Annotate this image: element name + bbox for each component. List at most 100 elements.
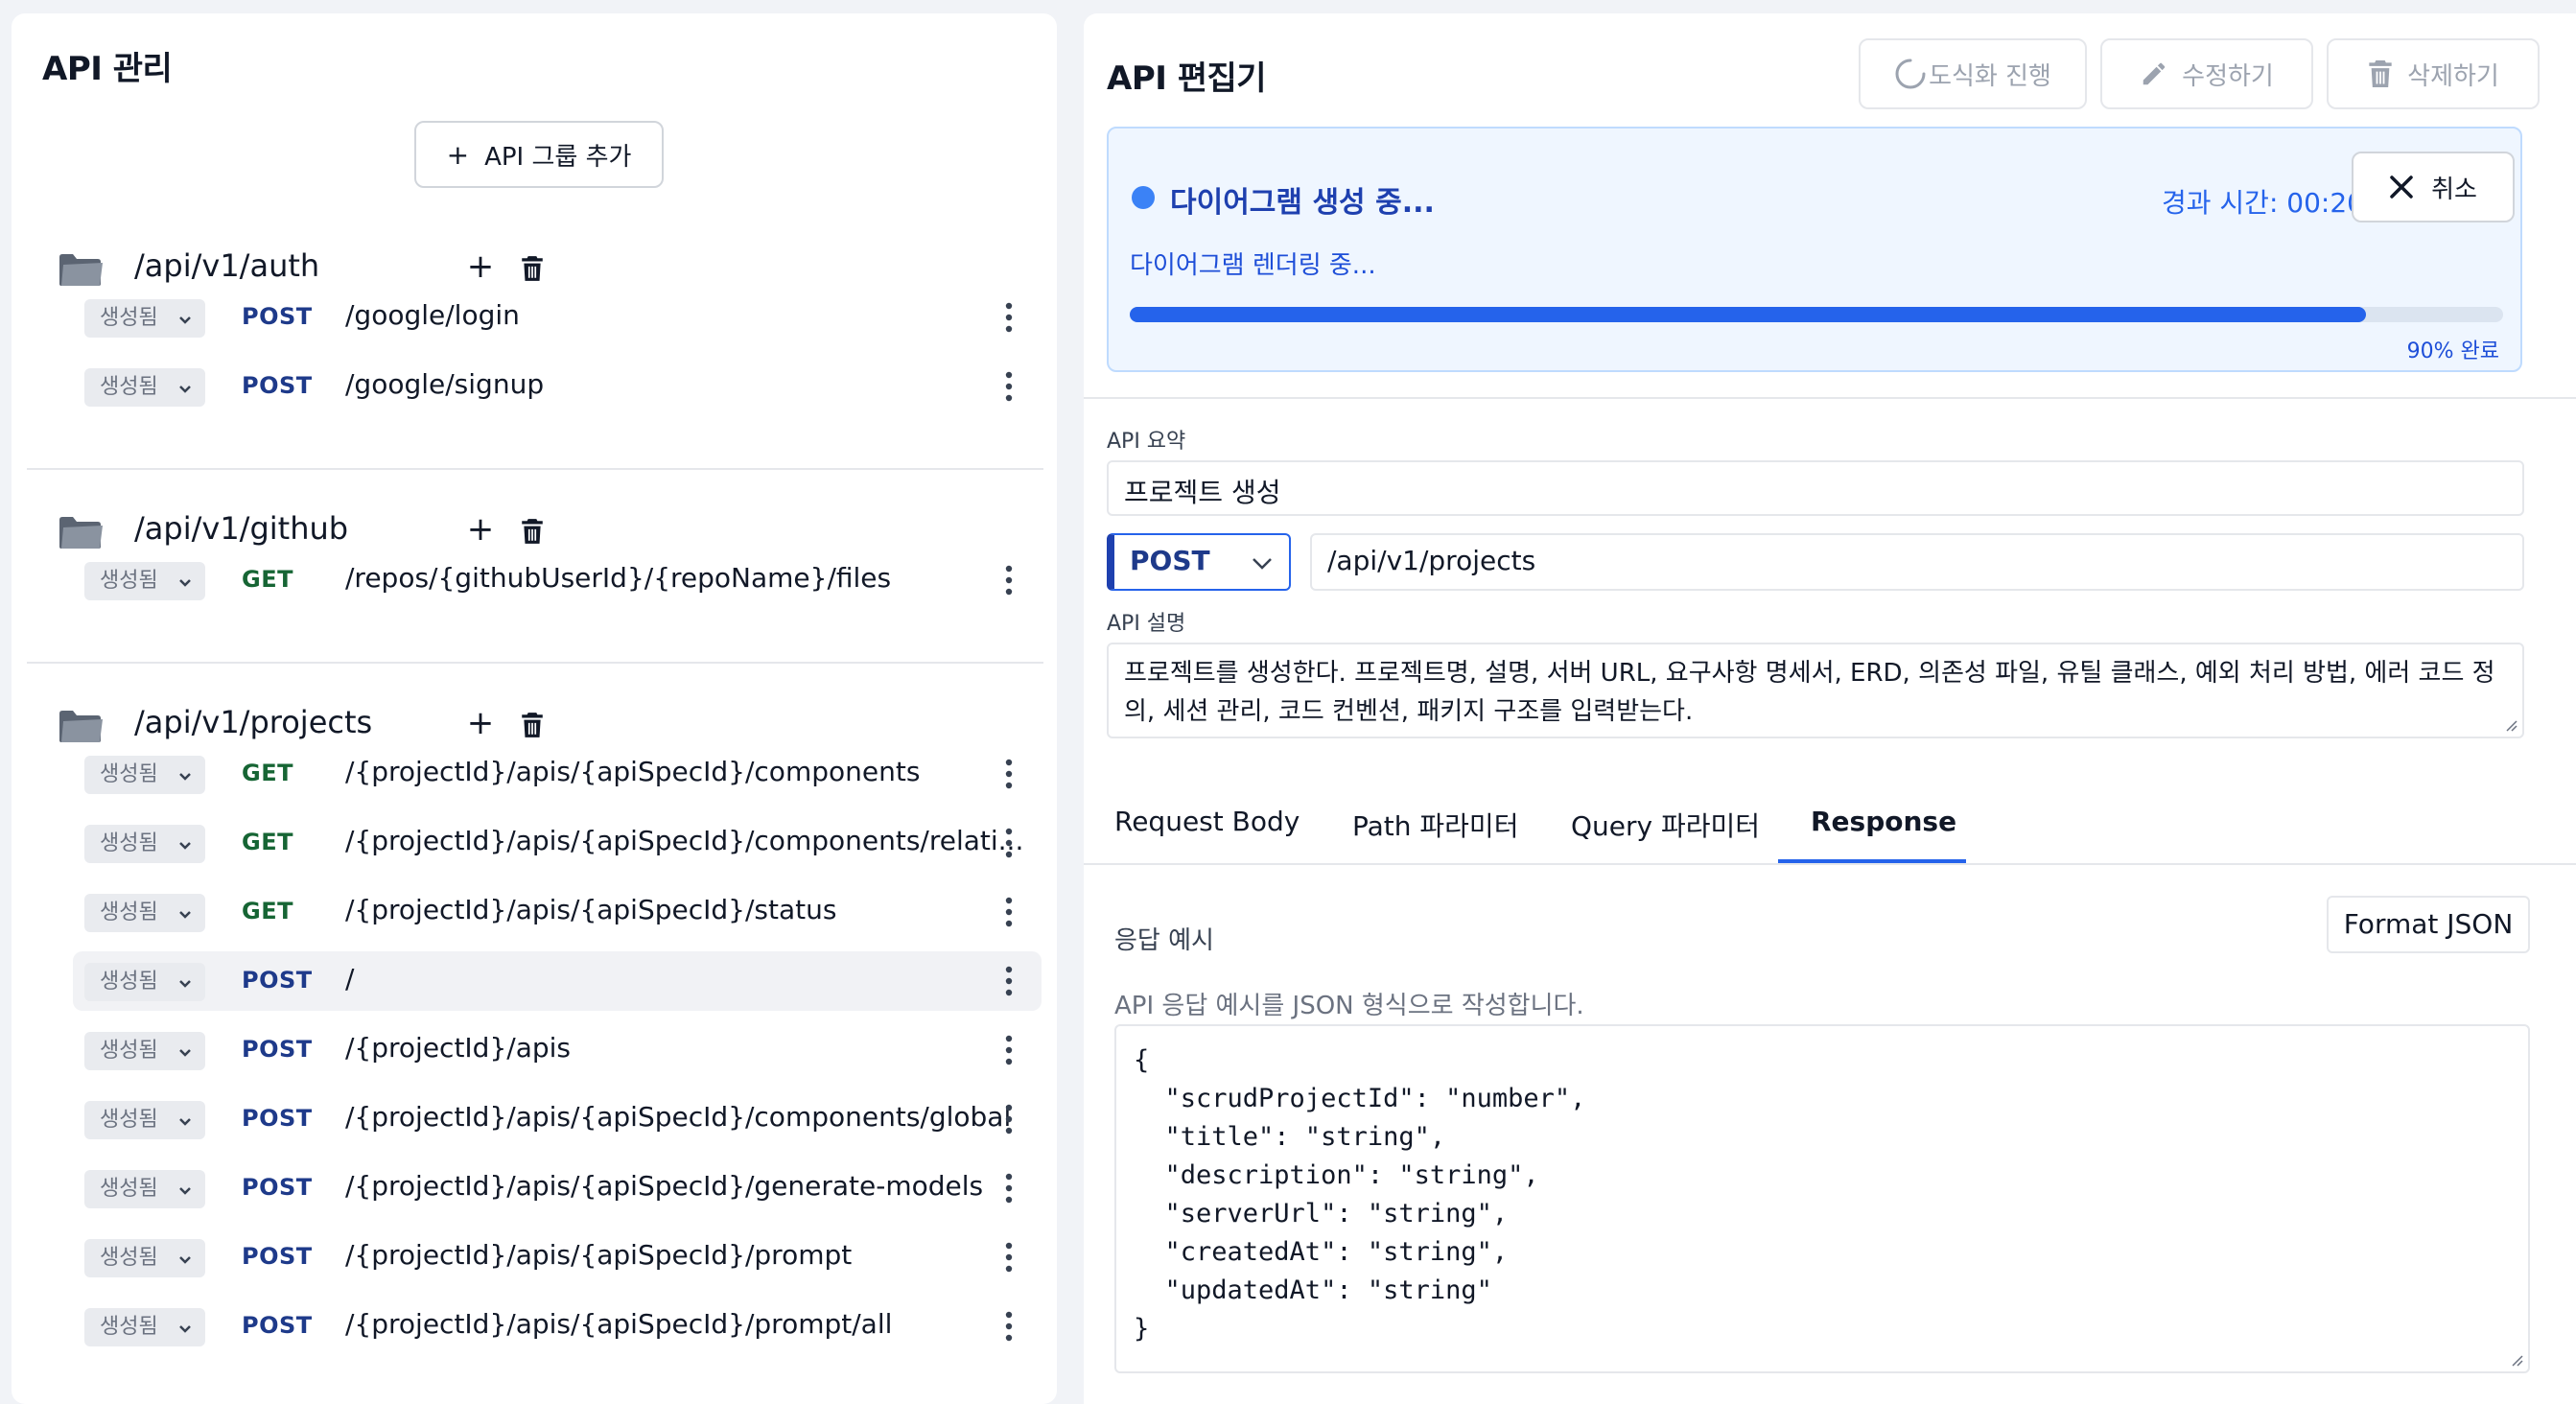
add-api-icon[interactable]: + bbox=[466, 704, 495, 742]
api-list-item[interactable]: 생성됨 POST/google/signup bbox=[73, 357, 1042, 416]
http-method: GET bbox=[242, 760, 293, 786]
http-method: POST bbox=[242, 303, 313, 330]
description-textarea[interactable]: 프로젝트를 생성한다. 프로젝트명, 설명, 서버 URL, 요구사항 명세서,… bbox=[1107, 643, 2524, 738]
status-select[interactable]: 생성됨 bbox=[84, 1308, 205, 1346]
summary-input[interactable]: 프로젝트 생성 bbox=[1107, 460, 2524, 516]
loading-spinner-icon bbox=[1895, 58, 1926, 89]
api-editor-panel: API 편집기 도식화 진행 수정하기 삭제하기 다이어그램 생성 중... 경… bbox=[1084, 13, 2576, 1404]
resize-handle-icon[interactable] bbox=[2503, 717, 2518, 733]
response-code-editor[interactable]: { "scrudProjectId": "number", "title": "… bbox=[1114, 1024, 2530, 1373]
api-list-item[interactable]: 생성됨 GET/repos/{githubUserId}/{repoName}/f… bbox=[73, 550, 1042, 610]
api-list-item[interactable]: 생성됨 POST/google/login bbox=[73, 288, 1042, 347]
api-list-item[interactable]: 생성됨 GET /{projectId}/apis/{apiSpecId}/comp… bbox=[73, 744, 1042, 804]
more-options-icon[interactable] bbox=[1005, 1103, 1013, 1135]
tabs-divider bbox=[1084, 863, 2576, 865]
more-options-icon[interactable] bbox=[1005, 965, 1013, 997]
more-options-icon[interactable] bbox=[1005, 564, 1013, 597]
add-api-icon[interactable]: + bbox=[466, 247, 495, 286]
api-path: /{projectId}/apis bbox=[345, 1032, 572, 1064]
status-label: 생성됨 bbox=[100, 1039, 158, 1063]
folder-icon bbox=[59, 711, 103, 742]
api-list-item[interactable]: 생성됨 POST /{projectId}/apis/{apiSpecId}/pro… bbox=[73, 1297, 1042, 1356]
api-group-path: /api/v1/github bbox=[134, 510, 349, 547]
http-method: POST bbox=[242, 1174, 313, 1201]
trash-icon[interactable] bbox=[520, 255, 545, 282]
format-json-button[interactable]: Format JSON bbox=[2327, 896, 2530, 953]
status-label: 생성됨 bbox=[100, 569, 158, 593]
api-list-item[interactable]: 생성됨 POST /{projectId}/apis/{apiSpecId}/pro… bbox=[73, 1228, 1042, 1287]
code-line: "scrudProjectId": "number", bbox=[1134, 1084, 1586, 1113]
status-select[interactable]: 생성됨 bbox=[84, 894, 205, 932]
status-select[interactable]: 생성됨 bbox=[84, 299, 205, 338]
status-label: 생성됨 bbox=[100, 1246, 158, 1270]
method-select[interactable]: POST bbox=[1107, 533, 1291, 591]
tab-response[interactable]: Response bbox=[1811, 806, 1956, 837]
status-select[interactable]: 생성됨 bbox=[84, 756, 205, 794]
resize-handle-icon[interactable] bbox=[2509, 1352, 2524, 1368]
api-list-item[interactable]: 생성됨 GET /{projectId}/apis/{apiSpecId}/stat… bbox=[73, 882, 1042, 942]
more-options-icon[interactable] bbox=[1005, 1241, 1013, 1274]
status-select[interactable]: 생성됨 bbox=[84, 825, 205, 863]
more-options-icon[interactable] bbox=[1005, 1172, 1013, 1205]
http-method: GET bbox=[242, 566, 293, 593]
api-list-item[interactable]: 생성됨 POST /{projectId}/apis/{apiSpecId}/com… bbox=[73, 1089, 1042, 1149]
tab-path-params[interactable]: Path 파라미터 bbox=[1352, 806, 1518, 844]
api-path: /repos/{githubUserId}/{repoName}/files bbox=[345, 562, 892, 594]
status-select[interactable]: 생성됨 bbox=[84, 562, 205, 600]
more-options-icon[interactable] bbox=[1005, 896, 1013, 928]
code-line: } bbox=[1134, 1314, 1150, 1344]
http-method: POST bbox=[242, 1036, 313, 1063]
status-select[interactable]: 생성됨 bbox=[84, 1239, 205, 1277]
api-path: /{projectId}/apis/{apiSpecId}/generate-m… bbox=[345, 1170, 984, 1202]
more-options-icon[interactable] bbox=[1005, 1034, 1013, 1066]
trash-icon[interactable] bbox=[520, 712, 545, 738]
description-line: 프로젝트를 생성한다. 프로젝트명, 설명, 서버 URL, 요구사항 명세서,… bbox=[1124, 659, 2495, 688]
diagram-progress-panel: 다이어그램 생성 중... 경과 시간: 00:20 취소 다이어그램 렌더링 … bbox=[1107, 127, 2522, 372]
status-select[interactable]: 생성됨 bbox=[84, 1032, 205, 1070]
api-path: /{projectId}/apis/{apiSpecId}/components… bbox=[345, 1101, 1012, 1133]
chevron-down-icon bbox=[179, 1325, 191, 1333]
http-method: POST bbox=[242, 1243, 313, 1270]
panel-title: API 관리 bbox=[42, 50, 173, 88]
response-label: 응답 예시 bbox=[1114, 926, 1214, 955]
more-options-icon[interactable] bbox=[1005, 758, 1013, 790]
more-options-icon[interactable] bbox=[1005, 1310, 1013, 1343]
tab-query-params[interactable]: Query 파라미터 bbox=[1571, 806, 1760, 844]
cancel-button[interactable]: 취소 bbox=[2352, 152, 2515, 222]
progress-percent: 90% 완료 bbox=[2406, 339, 2499, 363]
section-divider bbox=[1084, 397, 2576, 399]
api-list-item[interactable]: 생성됨 POST /{projectId}/apis/{apiSpecId}/gen… bbox=[73, 1158, 1042, 1218]
diagram-button[interactable]: 도식화 진행 bbox=[1859, 38, 2087, 109]
status-select[interactable]: 생성됨 bbox=[84, 1170, 205, 1208]
api-list-item[interactable]: 생성됨 GET /{projectId}/apis/{apiSpecId}/comp… bbox=[73, 813, 1042, 873]
progress-status-text: 다이어그램 생성 중... bbox=[1170, 186, 1435, 220]
chevron-down-icon bbox=[179, 1118, 191, 1126]
add-api-group-button[interactable]: + API 그룹 추가 bbox=[414, 121, 664, 188]
chevron-down-icon bbox=[179, 386, 191, 393]
more-options-icon[interactable] bbox=[1005, 370, 1013, 403]
tab-request-body[interactable]: Request Body bbox=[1114, 806, 1300, 837]
elapsed-time: 경과 시간: 00:20 bbox=[2162, 187, 2364, 219]
http-method: POST bbox=[242, 372, 313, 399]
delete-button[interactable]: 삭제하기 bbox=[2327, 38, 2540, 109]
api-path: /{projectId}/apis/{apiSpecId}/prompt bbox=[345, 1239, 853, 1271]
status-label: 생성됨 bbox=[100, 1315, 158, 1339]
api-group-path: /api/v1/projects bbox=[134, 704, 373, 740]
more-options-icon[interactable] bbox=[1005, 301, 1013, 334]
status-select[interactable]: 생성됨 bbox=[84, 963, 205, 1001]
delete-button-label: 삭제하기 bbox=[2407, 61, 2499, 91]
api-path: /google/signup bbox=[345, 368, 545, 400]
method-select-value: POST bbox=[1130, 545, 1210, 576]
more-options-icon[interactable] bbox=[1005, 827, 1013, 859]
endpoint-input[interactable]: /api/v1/projects bbox=[1310, 533, 2524, 591]
summary-label: API 요약 bbox=[1107, 430, 1186, 454]
add-api-icon[interactable]: + bbox=[466, 510, 495, 549]
status-select[interactable]: 생성됨 bbox=[84, 368, 205, 407]
trash-icon[interactable] bbox=[520, 518, 545, 545]
status-select[interactable]: 생성됨 bbox=[84, 1101, 205, 1139]
api-list-item[interactable]: 생성됨 POST / bbox=[73, 951, 1042, 1011]
edit-button[interactable]: 수정하기 bbox=[2100, 38, 2313, 109]
code-line: "updatedAt": "string" bbox=[1134, 1275, 1492, 1305]
http-method: POST bbox=[242, 1312, 313, 1339]
api-list-item[interactable]: 생성됨 POST /{projectId}/apis bbox=[73, 1020, 1042, 1080]
